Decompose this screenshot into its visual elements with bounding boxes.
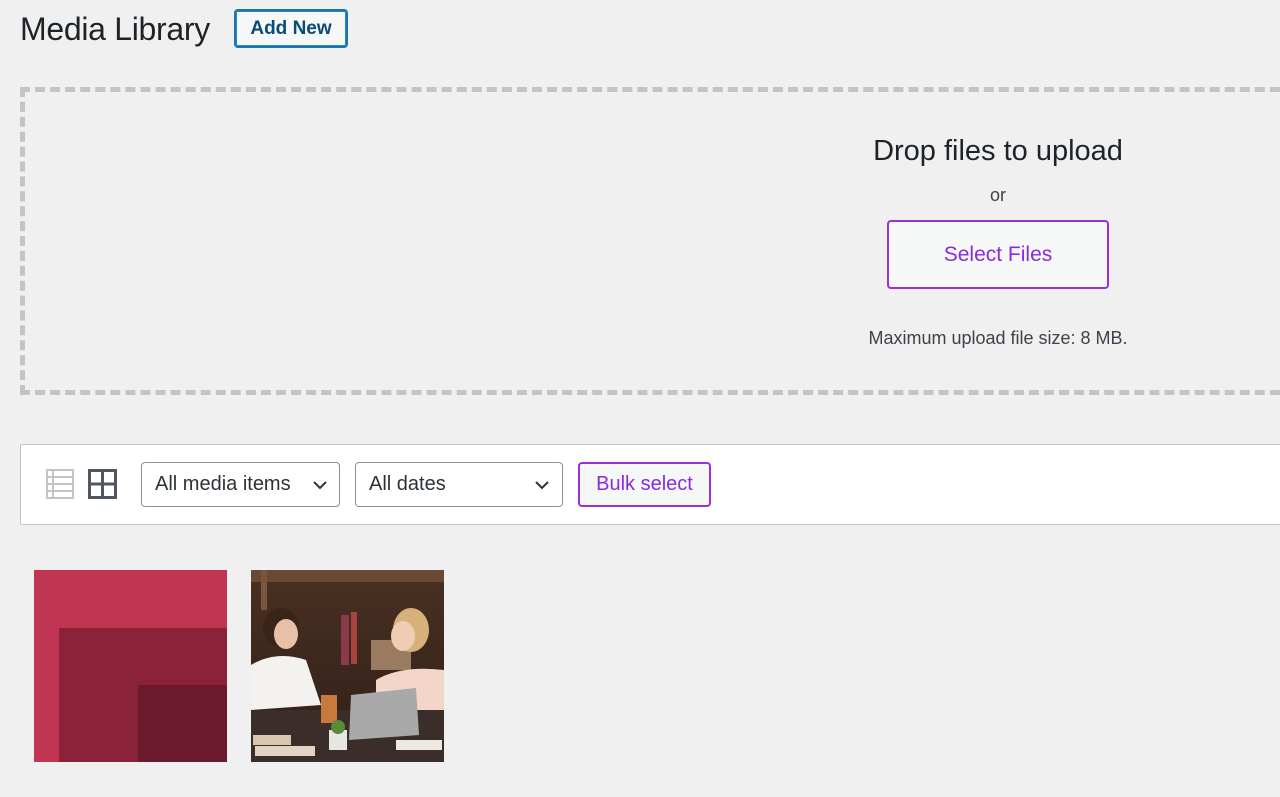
drop-files-heading: Drop files to upload (873, 135, 1123, 167)
chevron-down-icon (535, 481, 549, 490)
or-text: or (989, 185, 1006, 205)
add-new-button[interactable]: Add New (234, 9, 348, 48)
media-thumbnail-red-squares (34, 570, 227, 762)
date-filter[interactable]: All dates (355, 462, 563, 507)
list-view-button[interactable] (46, 469, 74, 499)
media-type-filter[interactable]: All media items (141, 462, 340, 507)
date-filter-value: All dates (369, 473, 446, 495)
media-type-filter-value: All media items (155, 473, 291, 495)
media-item[interactable] (251, 570, 444, 762)
page-title: Media Library (20, 11, 210, 47)
chevron-down-icon (313, 481, 327, 490)
bulk-select-button[interactable]: Bulk select (578, 462, 711, 507)
media-thumbnail-photo (251, 570, 444, 762)
media-item[interactable] (34, 570, 227, 762)
max-upload-size-text: Maximum upload file size: 8 MB. (868, 328, 1128, 348)
list-view-icon (46, 469, 74, 499)
grid-view-button[interactable] (88, 469, 117, 499)
select-files-button[interactable]: Select Files (887, 220, 1109, 289)
grid-view-icon (88, 469, 117, 499)
